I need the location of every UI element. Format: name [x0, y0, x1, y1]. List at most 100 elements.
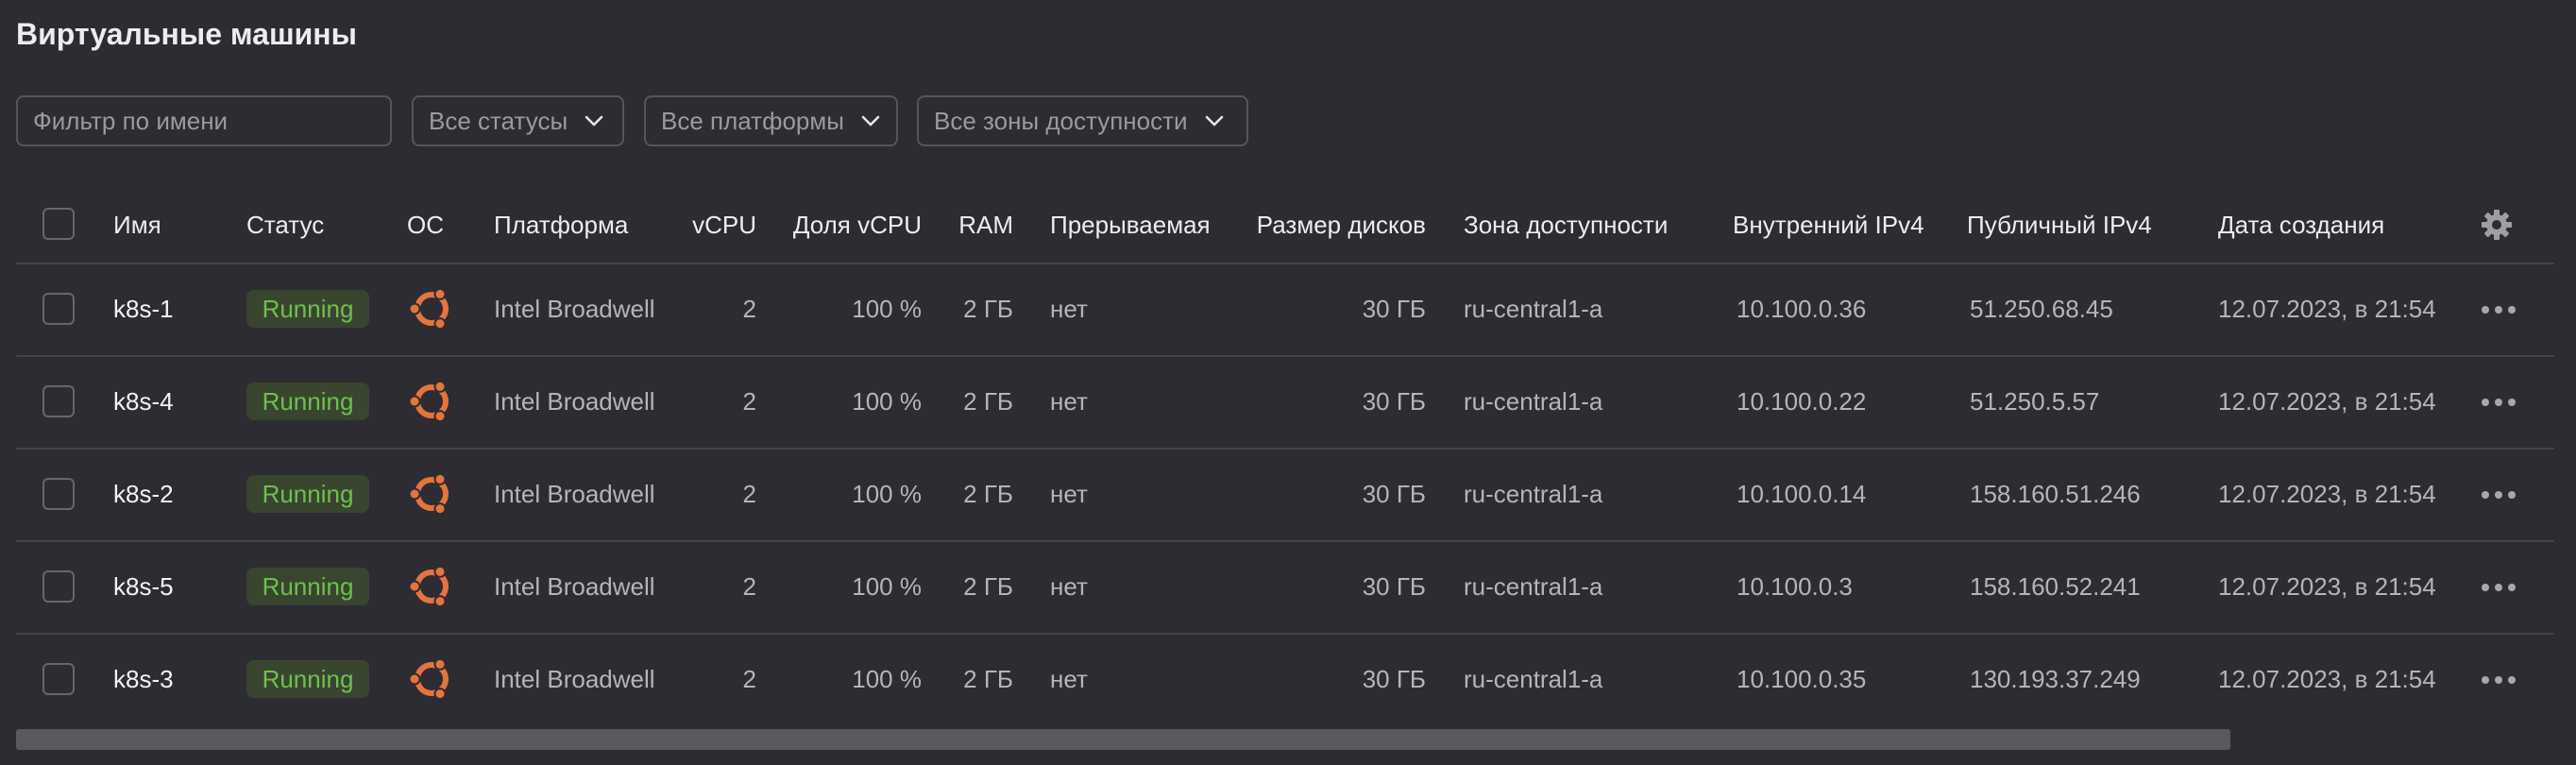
- more-actions-icon[interactable]: [2480, 304, 2517, 315]
- column-header-vcpu-share[interactable]: Доля vCPU: [774, 210, 922, 240]
- preemptible-cell: нет: [1050, 387, 1088, 416]
- platform-filter-label: Все платформы: [661, 106, 844, 135]
- ubuntu-icon: [408, 657, 449, 701]
- header-divider: [16, 263, 2554, 264]
- zone-cell: ru-central1-a: [1464, 665, 1603, 693]
- preemptible-cell: нет: [1050, 572, 1088, 601]
- vm-name[interactable]: k8s-3: [113, 664, 174, 694]
- more-actions-icon[interactable]: [2480, 397, 2517, 408]
- row-checkbox[interactable]: [42, 293, 75, 325]
- status-badge: Running: [246, 475, 369, 513]
- horizontal-scrollbar[interactable]: [16, 729, 2230, 750]
- gear-icon[interactable]: [2480, 208, 2514, 242]
- internal-ip-cell: 10.100.0.22: [1737, 387, 1867, 416]
- public-ip-cell: 51.250.5.57: [1970, 387, 2100, 416]
- row-divider: [16, 540, 2554, 542]
- internal-ip-cell: 10.100.0.36: [1737, 295, 1867, 323]
- preemptible-cell: нет: [1050, 480, 1088, 508]
- status-filter-select[interactable]: Все статусы: [412, 95, 624, 146]
- status-badge: Running: [246, 660, 369, 698]
- column-header-name[interactable]: Имя: [113, 210, 161, 240]
- vcpu-share-cell: 100 %: [852, 572, 922, 601]
- zone-cell: ru-central1-a: [1464, 480, 1603, 508]
- created-cell: 12.07.2023, в 21:54: [2218, 665, 2436, 693]
- public-ip-cell: 130.193.37.249: [1970, 665, 2141, 693]
- row-checkbox[interactable]: [42, 478, 75, 510]
- zone-filter-select[interactable]: Все зоны доступности: [917, 95, 1248, 146]
- created-cell: 12.07.2023, в 21:54: [2218, 480, 2436, 508]
- name-filter-placeholder: Фильтр по имени: [33, 106, 229, 135]
- zone-cell: ru-central1-a: [1464, 572, 1603, 601]
- platform-cell: Intel Broadwell: [494, 295, 655, 323]
- disk-size-cell: 30 ГБ: [1362, 480, 1426, 508]
- column-header-platform[interactable]: Платформа: [494, 210, 628, 240]
- ram-cell: 2 ГБ: [963, 665, 1013, 693]
- column-header-disk-size[interactable]: Размер дисков: [1228, 210, 1426, 240]
- public-ip-cell: 158.160.52.241: [1970, 572, 2141, 601]
- vcpu-share-cell: 100 %: [852, 665, 922, 693]
- column-header-ram[interactable]: RAM: [935, 210, 1013, 240]
- row-checkbox[interactable]: [42, 570, 75, 603]
- preemptible-cell: нет: [1050, 665, 1088, 693]
- column-header-preemptible[interactable]: Прерываемая: [1050, 210, 1211, 240]
- more-actions-icon[interactable]: [2480, 489, 2517, 501]
- ram-cell: 2 ГБ: [963, 295, 1013, 323]
- ram-cell: 2 ГБ: [963, 387, 1013, 416]
- column-header-os[interactable]: ОС: [407, 210, 444, 240]
- platform-cell: Intel Broadwell: [494, 665, 655, 693]
- vcpu-share-cell: 100 %: [852, 480, 922, 508]
- ubuntu-icon: [408, 472, 449, 516]
- platform-filter-select[interactable]: Все платформы: [644, 95, 898, 146]
- row-checkbox[interactable]: [42, 663, 75, 695]
- row-divider: [16, 448, 2554, 450]
- column-header-vcpu[interactable]: vCPU: [661, 210, 756, 240]
- internal-ip-cell: 10.100.0.35: [1737, 665, 1867, 693]
- platform-cell: Intel Broadwell: [494, 480, 655, 508]
- row-divider: [16, 633, 2554, 635]
- chevron-down-icon: [859, 110, 882, 132]
- column-header-status[interactable]: Статус: [246, 210, 324, 240]
- vm-name[interactable]: k8s-1: [113, 294, 174, 324]
- public-ip-cell: 51.250.68.45: [1970, 295, 2113, 323]
- disk-size-cell: 30 ГБ: [1362, 665, 1426, 693]
- vcpu-cell: 2: [742, 480, 756, 508]
- created-cell: 12.07.2023, в 21:54: [2218, 295, 2436, 323]
- public-ip-cell: 158.160.51.246: [1970, 480, 2141, 508]
- name-filter-input[interactable]: Фильтр по имени: [16, 95, 392, 146]
- status-badge: Running: [246, 382, 369, 420]
- column-header-internal-ip[interactable]: Внутренний IPv4: [1733, 210, 1924, 240]
- vcpu-cell: 2: [742, 665, 756, 693]
- internal-ip-cell: 10.100.0.3: [1737, 572, 1853, 601]
- page-title: Виртуальные машины: [16, 17, 357, 51]
- more-actions-icon[interactable]: [2480, 582, 2517, 593]
- more-actions-icon[interactable]: [2480, 674, 2517, 686]
- ram-cell: 2 ГБ: [963, 572, 1013, 601]
- vm-name[interactable]: k8s-4: [113, 386, 174, 416]
- disk-size-cell: 30 ГБ: [1362, 572, 1426, 601]
- vcpu-cell: 2: [742, 295, 756, 323]
- chevron-down-icon: [583, 110, 605, 132]
- column-header-zone[interactable]: Зона доступности: [1464, 210, 1668, 240]
- vcpu-share-cell: 100 %: [852, 295, 922, 323]
- vcpu-share-cell: 100 %: [852, 387, 922, 416]
- status-filter-label: Все статусы: [429, 106, 568, 135]
- disk-size-cell: 30 ГБ: [1362, 387, 1426, 416]
- ubuntu-icon: [408, 380, 449, 423]
- ubuntu-icon: [408, 565, 449, 608]
- zone-cell: ru-central1-a: [1464, 387, 1603, 416]
- vm-name[interactable]: k8s-2: [113, 479, 174, 509]
- column-header-created[interactable]: Дата создания: [2218, 210, 2384, 240]
- platform-cell: Intel Broadwell: [494, 572, 655, 601]
- row-checkbox[interactable]: [42, 385, 75, 417]
- created-cell: 12.07.2023, в 21:54: [2218, 387, 2436, 416]
- internal-ip-cell: 10.100.0.14: [1737, 480, 1867, 508]
- column-header-public-ip[interactable]: Публичный IPv4: [1967, 210, 2152, 240]
- vm-name[interactable]: k8s-5: [113, 571, 174, 602]
- platform-cell: Intel Broadwell: [494, 387, 655, 416]
- select-all-checkbox[interactable]: [42, 208, 75, 240]
- vcpu-cell: 2: [742, 572, 756, 601]
- status-badge: Running: [246, 568, 369, 605]
- zone-cell: ru-central1-a: [1464, 295, 1603, 323]
- status-badge: Running: [246, 290, 369, 328]
- vcpu-cell: 2: [742, 387, 756, 416]
